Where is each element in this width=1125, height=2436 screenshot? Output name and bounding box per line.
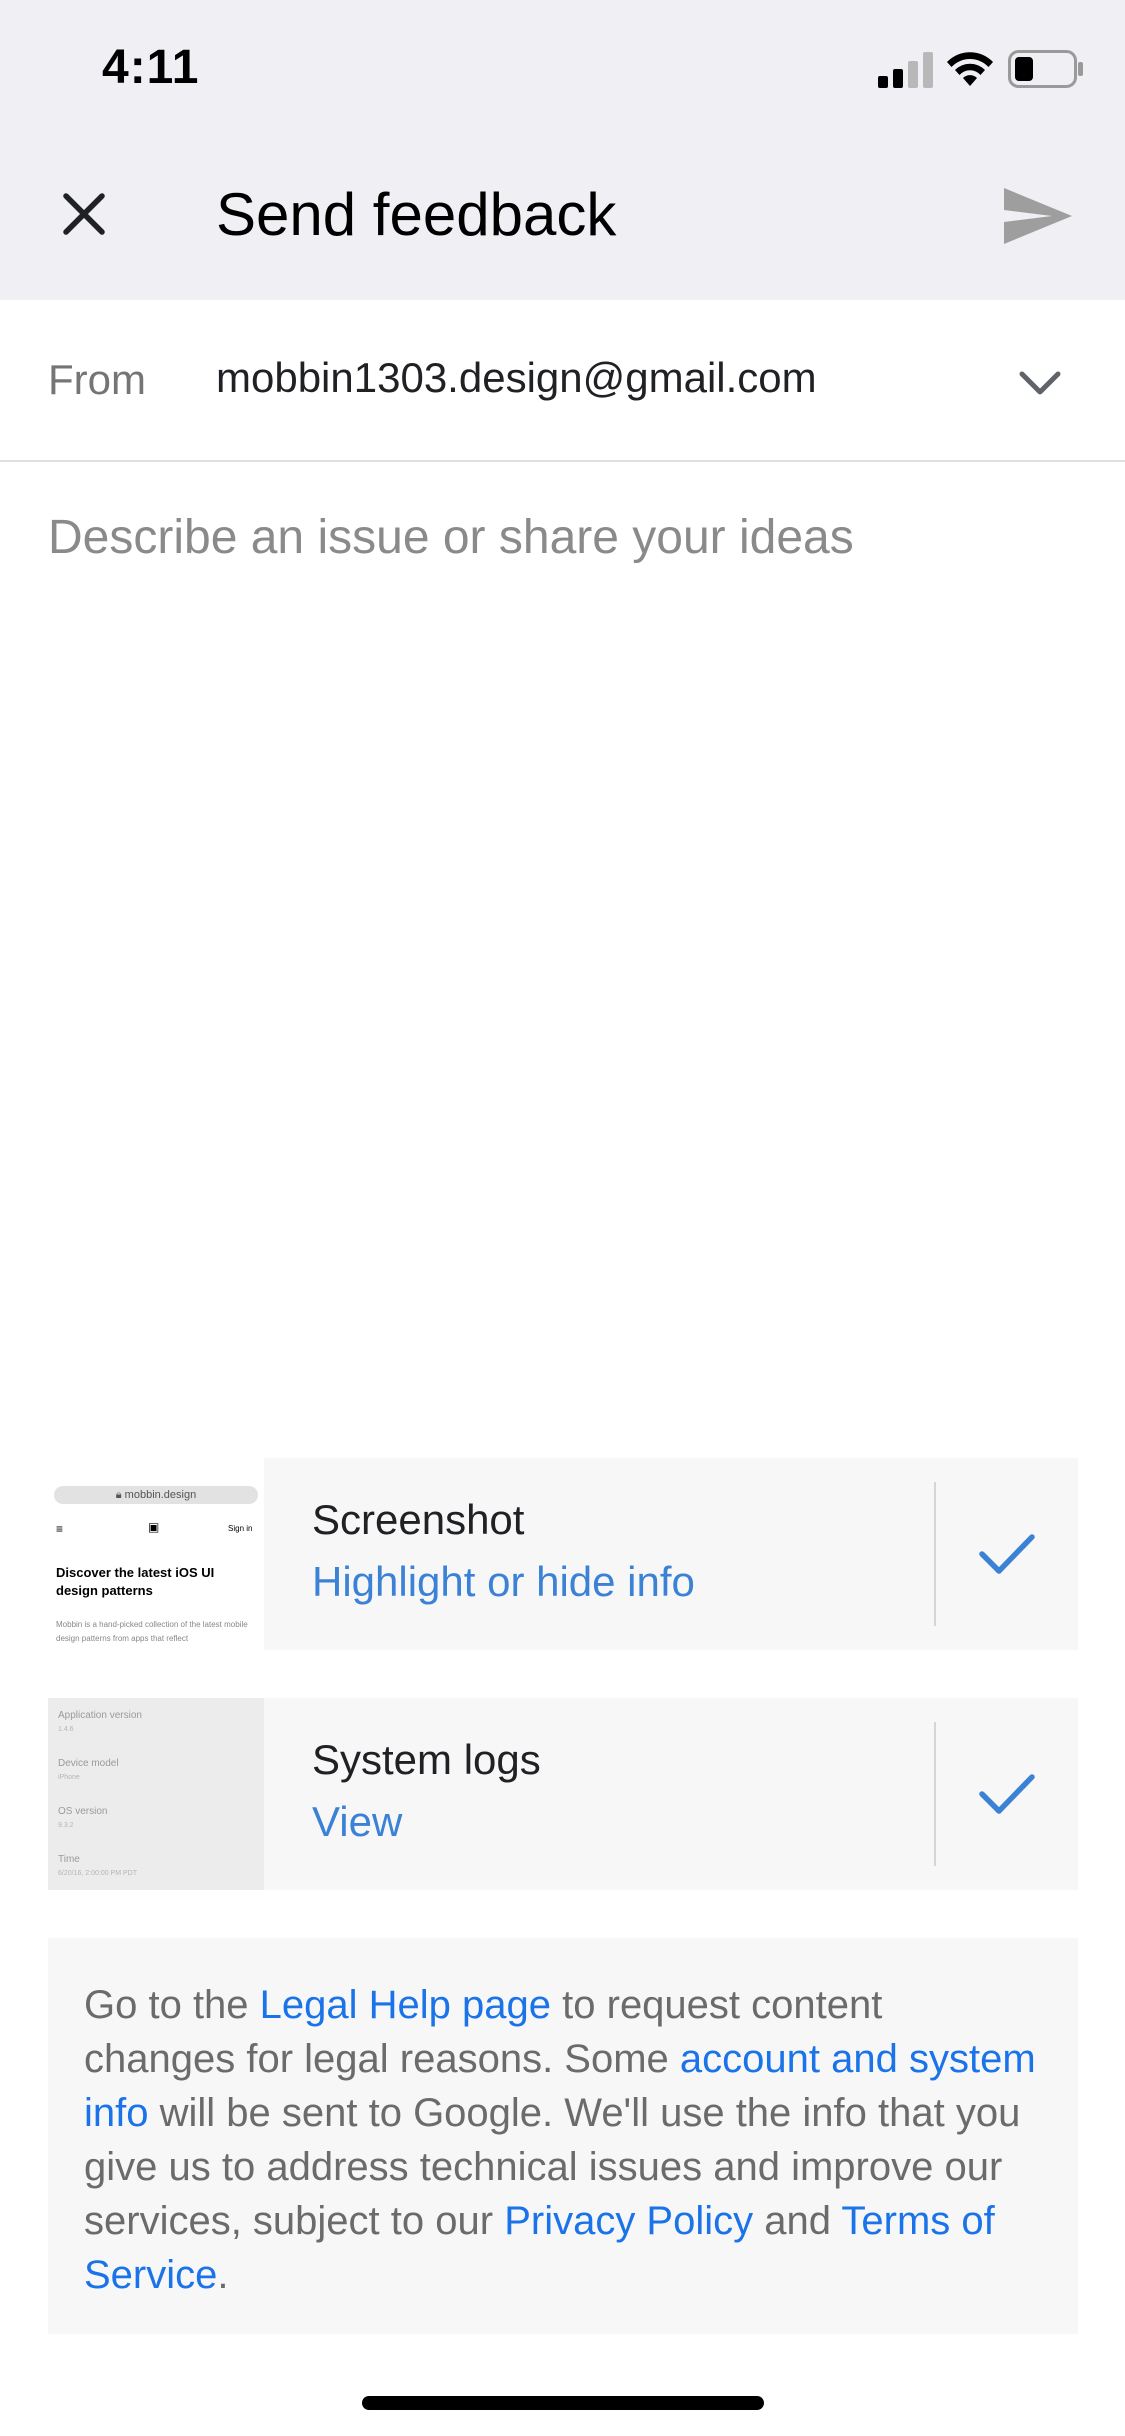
from-account-row[interactable]: From mobbin1303.design@gmail.com <box>0 300 1125 462</box>
legal-text: . <box>217 2253 229 2297</box>
wifi-icon <box>947 52 993 86</box>
chevron-down-icon[interactable] <box>1016 366 1064 402</box>
status-time: 4:11 <box>102 41 200 94</box>
mini-headline: Discover the latest iOS UI design patter… <box>56 1565 215 1598</box>
system-logs-title: System logs <box>312 1736 541 1783</box>
screenshot-attachment: 🔒︎ mobbin.design ≡ ▣ Sign in Discover th… <box>48 1458 1078 1650</box>
close-button[interactable] <box>48 178 120 250</box>
mini-body: Mobbin is a hand-picked collection of th… <box>56 1620 248 1643</box>
mini-logo-icon: ▣ <box>148 1520 160 1534</box>
system-logs-thumbnail[interactable]: Application version 1.4.6 Device model i… <box>48 1698 264 1890</box>
system-logs-attachment: Application version 1.4.6 Device model i… <box>48 1698 1078 1890</box>
view-logs-link[interactable]: View <box>312 1798 402 1846</box>
battery-icon <box>1008 50 1083 88</box>
mini-lock-icon: 🔒︎ <box>115 1489 125 1501</box>
legal-text: and <box>753 2199 842 2243</box>
system-logs-include-toggle[interactable] <box>936 1698 1078 1890</box>
legal-notice: Go to the Legal Help page to request con… <box>48 1938 1078 2334</box>
check-icon <box>979 1534 1035 1574</box>
from-label: From <box>48 356 146 403</box>
screenshot-include-toggle[interactable] <box>936 1458 1078 1650</box>
home-indicator[interactable] <box>362 2396 764 2410</box>
status-bar: 4:11 <box>0 0 1125 132</box>
feedback-description-input[interactable] <box>48 462 1078 1412</box>
log-item-label: Device model <box>58 1758 119 1769</box>
log-item-value: iPhone <box>58 1774 80 1781</box>
mini-url: mobbin.design <box>124 1489 197 1501</box>
legal-text: Go to the <box>84 1983 260 2027</box>
app-header: Send feedback <box>0 132 1125 300</box>
system-logs-info: System logs View <box>264 1698 934 1890</box>
log-item-value: 1.4.6 <box>58 1726 74 1733</box>
from-email: mobbin1303.design@gmail.com <box>216 354 817 401</box>
screenshot-thumbnail[interactable]: 🔒︎ mobbin.design ≡ ▣ Sign in Discover th… <box>48 1458 264 1650</box>
log-item-label: Time <box>58 1854 80 1865</box>
legal-help-link[interactable]: Legal Help page <box>260 1983 551 2027</box>
cellular-signal-icon <box>878 52 933 88</box>
check-icon <box>979 1774 1035 1814</box>
privacy-policy-link[interactable]: Privacy Policy <box>504 2199 753 2243</box>
highlight-or-hide-link[interactable]: Highlight or hide info <box>312 1558 695 1606</box>
mini-menu-icon: ≡ <box>56 1522 64 1536</box>
send-button[interactable] <box>998 180 1078 252</box>
log-item-label: Application version <box>58 1710 142 1721</box>
log-item-value: 6/20/16, 2:00:00 PM PDT <box>58 1870 137 1877</box>
page-title: Send feedback <box>216 181 617 248</box>
screenshot-info: Screenshot Highlight or hide info <box>264 1458 934 1650</box>
log-item-label: OS version <box>58 1806 108 1817</box>
mini-url-bar: 🔒︎ mobbin.design <box>54 1486 258 1504</box>
log-item-value: 9.3.2 <box>58 1822 74 1829</box>
mini-signin: Sign in <box>228 1524 253 1533</box>
close-icon <box>63 193 105 235</box>
send-icon <box>1004 188 1072 244</box>
screenshot-title: Screenshot <box>312 1496 525 1543</box>
